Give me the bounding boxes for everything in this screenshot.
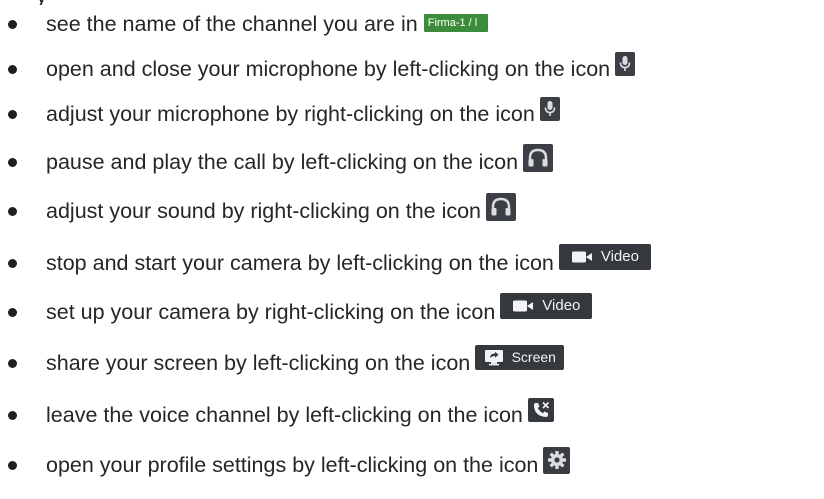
list-item: set up your camera by right-clicking on …	[0, 292, 824, 332]
list-item-text: share your screen by left-clicking on th…	[46, 351, 471, 375]
channel-name-label: Firma-1 / l	[427, 17, 478, 29]
list-item: see the name of the channel you are in F…	[0, 4, 824, 44]
headphones-icon[interactable]	[523, 144, 554, 172]
list-item-text: adjust your microphone by right-clicking…	[46, 102, 535, 126]
bullet	[8, 410, 17, 420]
microphone-icon[interactable]	[615, 52, 636, 76]
channel-name-badge: Firma-1 / l	[423, 14, 488, 32]
bullet	[8, 19, 17, 29]
list-item-text: open and close your microphone by left-c…	[46, 57, 611, 81]
bullet	[8, 64, 17, 74]
list-item-text: open your profile settings by left-click…	[46, 453, 539, 477]
bullet	[8, 109, 17, 119]
video-button[interactable]: Video	[500, 293, 593, 319]
screen-share-icon	[484, 349, 504, 366]
list-item: leave the voice channel by left-clicking…	[0, 395, 824, 435]
list-item: pause and play the call by left-clicking…	[0, 142, 824, 182]
video-button-label: Video	[600, 248, 639, 265]
bullet	[8, 460, 17, 470]
camera-icon	[512, 299, 534, 313]
screen-share-button[interactable]: Screen	[475, 344, 565, 370]
list-item-text: leave the voice channel by left-clicking…	[46, 403, 523, 427]
gear-icon[interactable]	[543, 446, 571, 474]
camera-icon	[571, 250, 593, 264]
list-item: adjust your microphone by right-clicking…	[0, 94, 824, 134]
bullet	[8, 307, 17, 317]
bullet	[8, 206, 17, 216]
list-item-text: adjust your sound by right-clicking on t…	[46, 199, 482, 223]
bullet	[8, 258, 17, 268]
video-button[interactable]: Video	[558, 244, 651, 270]
bullet	[8, 358, 17, 368]
list-item: open and close your microphone by left-c…	[0, 49, 824, 89]
disconnect-call-icon[interactable]	[527, 398, 554, 422]
list-item: open your profile settings by left-click…	[0, 445, 824, 485]
headphones-icon[interactable]	[486, 193, 517, 221]
list-item-text: pause and play the call by left-clicking…	[46, 150, 519, 174]
list-item-text: set up your camera by right-clicking on …	[46, 300, 496, 324]
list-item-text: see the name of the channel you are in	[46, 12, 418, 36]
screen-button-label: Screen	[511, 349, 556, 365]
microphone-icon[interactable]	[539, 97, 560, 121]
list-item: share your screen by left-clicking on th…	[0, 343, 824, 383]
list-item: stop and start your camera by left-click…	[0, 243, 824, 283]
bullet	[8, 157, 17, 167]
list-item-text: stop and start your camera by left-click…	[46, 251, 554, 275]
list-item: adjust your sound by right-clicking on t…	[0, 191, 824, 231]
video-button-label: Video	[542, 297, 581, 314]
